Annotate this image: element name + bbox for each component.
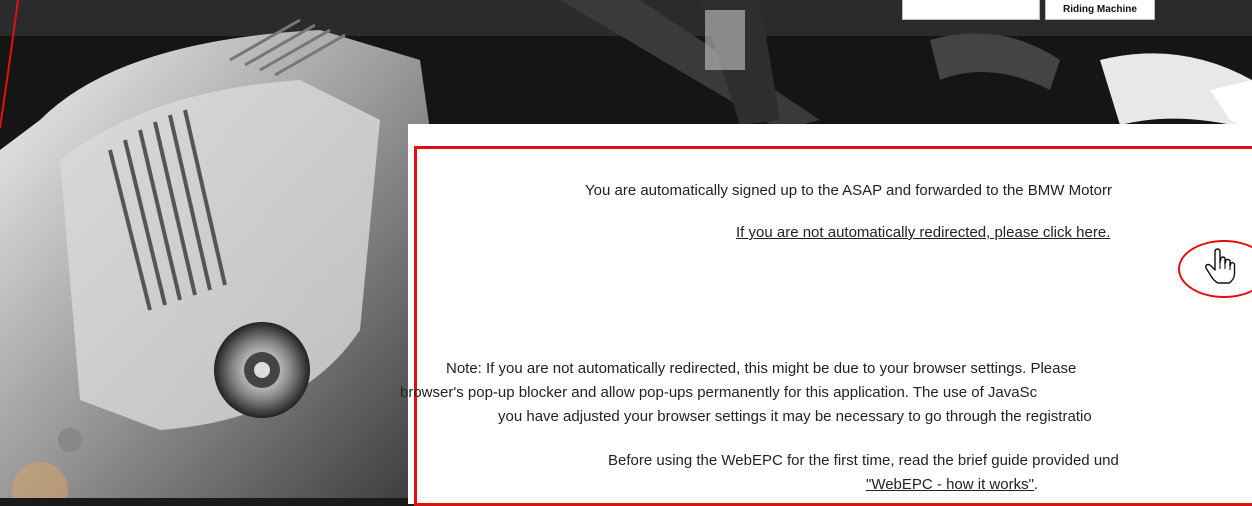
guide-period: . <box>1033 476 1039 493</box>
nav-item-riding-machine-label: Riding Machine <box>1063 4 1137 15</box>
guide-link-line: "WebEPC - how it works". <box>866 476 1038 493</box>
signup-message: You are automatically signed up to the A… <box>585 182 1112 199</box>
webepc-guide-link[interactable]: "WebEPC - how it works" <box>866 476 1034 493</box>
note-line-3: you have adjusted your browser settings … <box>498 408 1092 425</box>
nav-item-riding-machine[interactable]: Riding Machine <box>1045 0 1155 20</box>
note-line-2: browser's pop-up blocker and allow pop-u… <box>400 384 1038 401</box>
nav-item-1[interactable] <box>902 0 1040 20</box>
hand-pointer-icon <box>1205 248 1236 284</box>
guide-instruction: Before using the WebEPC for the first ti… <box>608 452 1119 469</box>
annotation-line <box>0 0 19 129</box>
redirect-link[interactable]: If you are not automatically redirected,… <box>736 224 1110 241</box>
note-line-1: Note: If you are not automatically redir… <box>446 360 1077 377</box>
